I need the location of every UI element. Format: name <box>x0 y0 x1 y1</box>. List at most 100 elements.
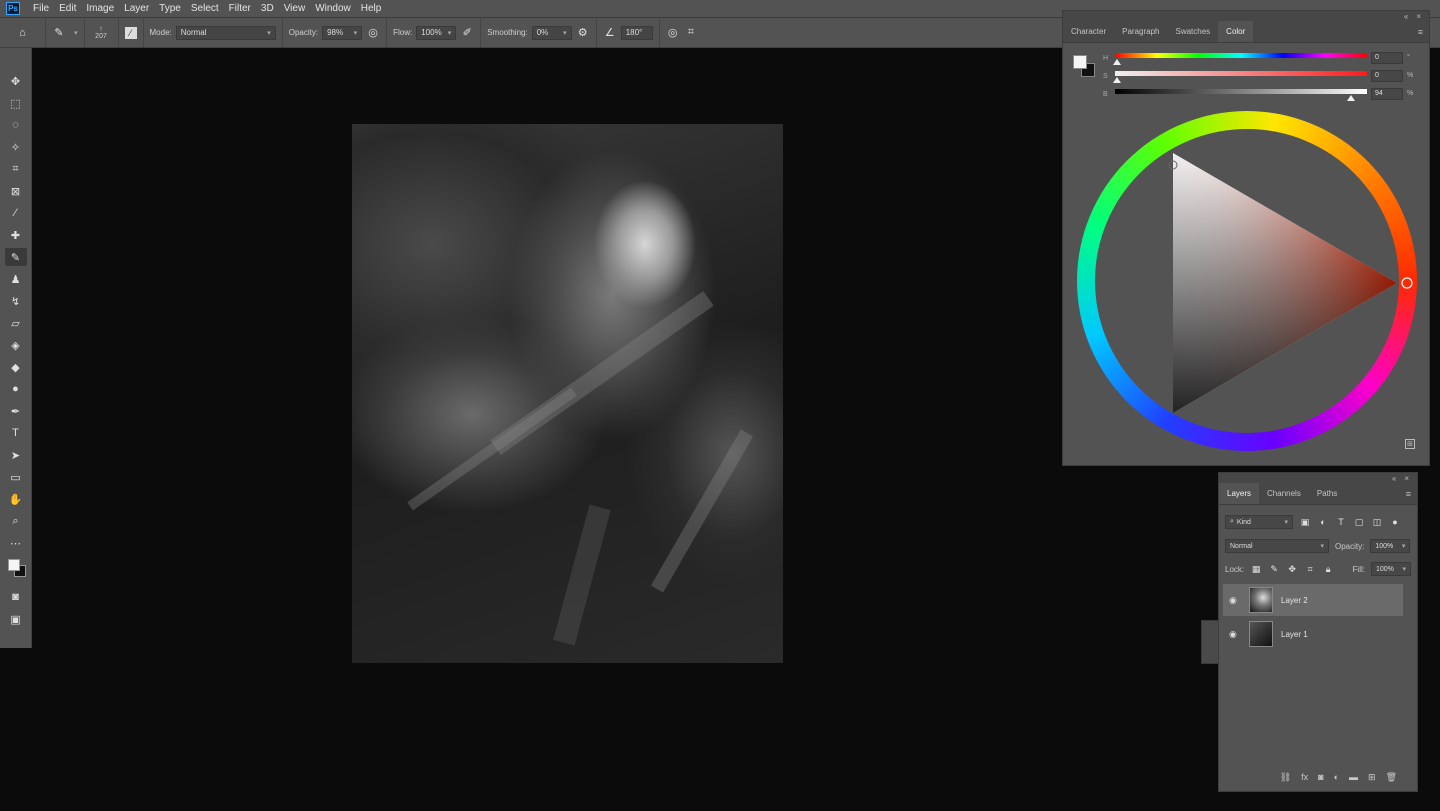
tab-color[interactable]: Color <box>1218 21 1254 42</box>
brightness-slider-handle[interactable] <box>1347 95 1355 101</box>
zoom-tool-icon[interactable]: ⌕ <box>5 512 27 530</box>
tab-channels[interactable]: Channels <box>1259 483 1309 504</box>
rectangle-tool-icon[interactable]: ▭ <box>5 468 27 486</box>
panel-menu-icon[interactable]: ≡ <box>1406 489 1411 499</box>
lock-image-icon[interactable]: ✎ <box>1268 563 1280 575</box>
collapse-icon[interactable]: « <box>1392 474 1396 483</box>
fill-field[interactable]: 100% ▾ <box>1371 562 1411 576</box>
lock-position-icon[interactable]: ✥ <box>1286 563 1298 575</box>
brush-tool-icon[interactable]: ✎ <box>4 248 27 266</box>
gear-icon[interactable]: ⚙ <box>576 26 590 40</box>
chevron-down-icon[interactable]: ▾ <box>70 29 78 37</box>
angle-field[interactable]: 180° <box>620 25 653 40</box>
move-tool-icon[interactable]: ✥ <box>5 72 27 90</box>
symmetry-icon[interactable]: ⌗ <box>684 26 698 40</box>
filter-kind-dropdown[interactable]: ⌕ Kind ▾ <box>1225 515 1293 529</box>
lock-transparent-icon[interactable]: ▦ <box>1250 563 1262 575</box>
collapsed-panel-tab[interactable] <box>1201 620 1219 664</box>
panel-menu-icon[interactable]: ≡ <box>1418 27 1423 37</box>
saturation-value-field[interactable]: 0 <box>1371 70 1403 82</box>
document-canvas[interactable] <box>352 124 783 663</box>
close-icon[interactable]: × <box>1416 12 1421 21</box>
blur-tool-icon[interactable]: ◆ <box>5 358 27 376</box>
filter-type-icon[interactable]: T <box>1335 516 1347 528</box>
screen-mode-icon[interactable]: ▣ <box>5 610 27 628</box>
menu-3d[interactable]: 3D <box>256 3 279 14</box>
fx-icon[interactable]: fx <box>1301 772 1308 783</box>
magic-wand-tool-icon[interactable]: ✧ <box>5 138 27 156</box>
marquee-tool-icon[interactable]: ⬚ <box>5 94 27 112</box>
brush-size-value[interactable]: 207 <box>95 33 107 40</box>
color-wheel-picker[interactable] <box>1077 111 1417 451</box>
layer-name[interactable]: Layer 1 <box>1281 630 1308 639</box>
foreground-color-swatch[interactable] <box>7 559 20 571</box>
filter-toggle-icon[interactable]: ● <box>1389 516 1401 528</box>
saturation-slider-handle[interactable] <box>1113 77 1121 83</box>
healing-brush-tool-icon[interactable]: ✚ <box>5 226 27 244</box>
menu-type[interactable]: Type <box>154 3 186 14</box>
dodge-tool-icon[interactable]: ● <box>5 380 27 398</box>
layer-row[interactable]: ◉ Layer 2 <box>1223 584 1403 616</box>
smoothing-field[interactable]: 0% ▾ <box>531 25 572 40</box>
menu-layer[interactable]: Layer <box>119 3 154 14</box>
frame-tool-icon[interactable]: ⊠ <box>5 182 27 200</box>
menu-select[interactable]: Select <box>186 3 224 14</box>
tab-paths[interactable]: Paths <box>1309 483 1345 504</box>
layer-row[interactable]: ◉ Layer 1 <box>1223 618 1403 650</box>
trash-icon[interactable]: 🗑︎ <box>1386 772 1397 783</box>
layer-name[interactable]: Layer 2 <box>1281 596 1308 605</box>
pressure-opacity-icon[interactable]: ◎ <box>366 26 380 40</box>
pen-tool-icon[interactable]: ✒ <box>5 402 27 420</box>
eyedropper-tool-icon[interactable]: ⁄ <box>5 204 27 222</box>
tab-layers[interactable]: Layers <box>1219 483 1260 504</box>
menu-filter[interactable]: Filter <box>224 3 256 14</box>
tab-character[interactable]: Character <box>1063 21 1114 42</box>
menu-file[interactable]: File <box>28 3 54 14</box>
hand-tool-icon[interactable]: ✋ <box>5 490 27 508</box>
menu-image[interactable]: Image <box>81 3 119 14</box>
hue-slider[interactable] <box>1115 53 1367 58</box>
path-selection-tool-icon[interactable]: ➤ <box>5 446 27 464</box>
home-icon[interactable]: ⌂ <box>16 26 30 40</box>
brush-settings-icon[interactable]: ⁄ <box>124 26 137 39</box>
eraser-tool-icon[interactable]: ▱ <box>5 314 27 332</box>
filter-adjustment-icon[interactable]: ◐ <box>1317 516 1329 528</box>
history-brush-tool-icon[interactable]: ↯ <box>5 292 27 310</box>
brush-preset-icon[interactable]: ✎ <box>52 26 66 40</box>
menu-window[interactable]: Window <box>310 3 356 14</box>
more-tools-icon[interactable]: ⋯ <box>5 534 27 552</box>
opacity-field[interactable]: 98% ▾ <box>322 25 363 40</box>
foreground-color-swatch[interactable] <box>1073 55 1087 69</box>
saturation-slider[interactable] <box>1115 71 1367 76</box>
crop-tool-icon[interactable]: ⌗ <box>5 160 27 178</box>
layer-opacity-field[interactable]: 100% ▾ <box>1370 539 1411 553</box>
mask-icon[interactable]: ◙ <box>1318 772 1323 783</box>
flow-field[interactable]: 100% ▾ <box>416 25 457 40</box>
quick-mask-icon[interactable]: ◙ <box>5 588 27 606</box>
lock-all-icon[interactable]: 🔒︎ <box>1322 563 1334 575</box>
collapse-icon[interactable]: « <box>1404 12 1408 21</box>
lock-artboard-icon[interactable]: ⌗ <box>1304 563 1316 575</box>
folder-icon[interactable]: ▬ <box>1349 772 1358 783</box>
brightness-slider[interactable] <box>1115 89 1367 94</box>
new-layer-icon[interactable]: ⊞ <box>1368 772 1376 783</box>
tab-swatches[interactable]: Swatches <box>1167 21 1218 42</box>
tab-paragraph[interactable]: Paragraph <box>1114 21 1167 42</box>
menu-edit[interactable]: Edit <box>54 3 81 14</box>
menu-view[interactable]: View <box>279 3 311 14</box>
close-icon[interactable]: × <box>1404 474 1409 483</box>
eye-icon[interactable]: ◉ <box>1229 629 1241 640</box>
blend-mode-dropdown[interactable]: Normal ▾ <box>1225 539 1329 553</box>
panel-options-icon[interactable]: ⊞ <box>1405 439 1415 449</box>
brightness-value-field[interactable]: 94 <box>1371 88 1403 100</box>
airbrush-icon[interactable]: ✐ <box>460 26 474 40</box>
hue-value-field[interactable]: 0 <box>1371 52 1403 64</box>
pressure-size-icon[interactable]: ◎ <box>666 26 680 40</box>
paint-bucket-tool-icon[interactable]: ◈ <box>5 336 27 354</box>
type-tool-icon[interactable]: T <box>5 424 27 442</box>
menu-help[interactable]: Help <box>356 3 387 14</box>
filter-smart-object-icon[interactable]: ◫ <box>1371 516 1383 528</box>
lasso-tool-icon[interactable]: ◌ <box>5 116 27 134</box>
filter-shape-icon[interactable]: ▢ <box>1353 516 1365 528</box>
adjustment-icon[interactable]: ◐ <box>1334 772 1339 783</box>
